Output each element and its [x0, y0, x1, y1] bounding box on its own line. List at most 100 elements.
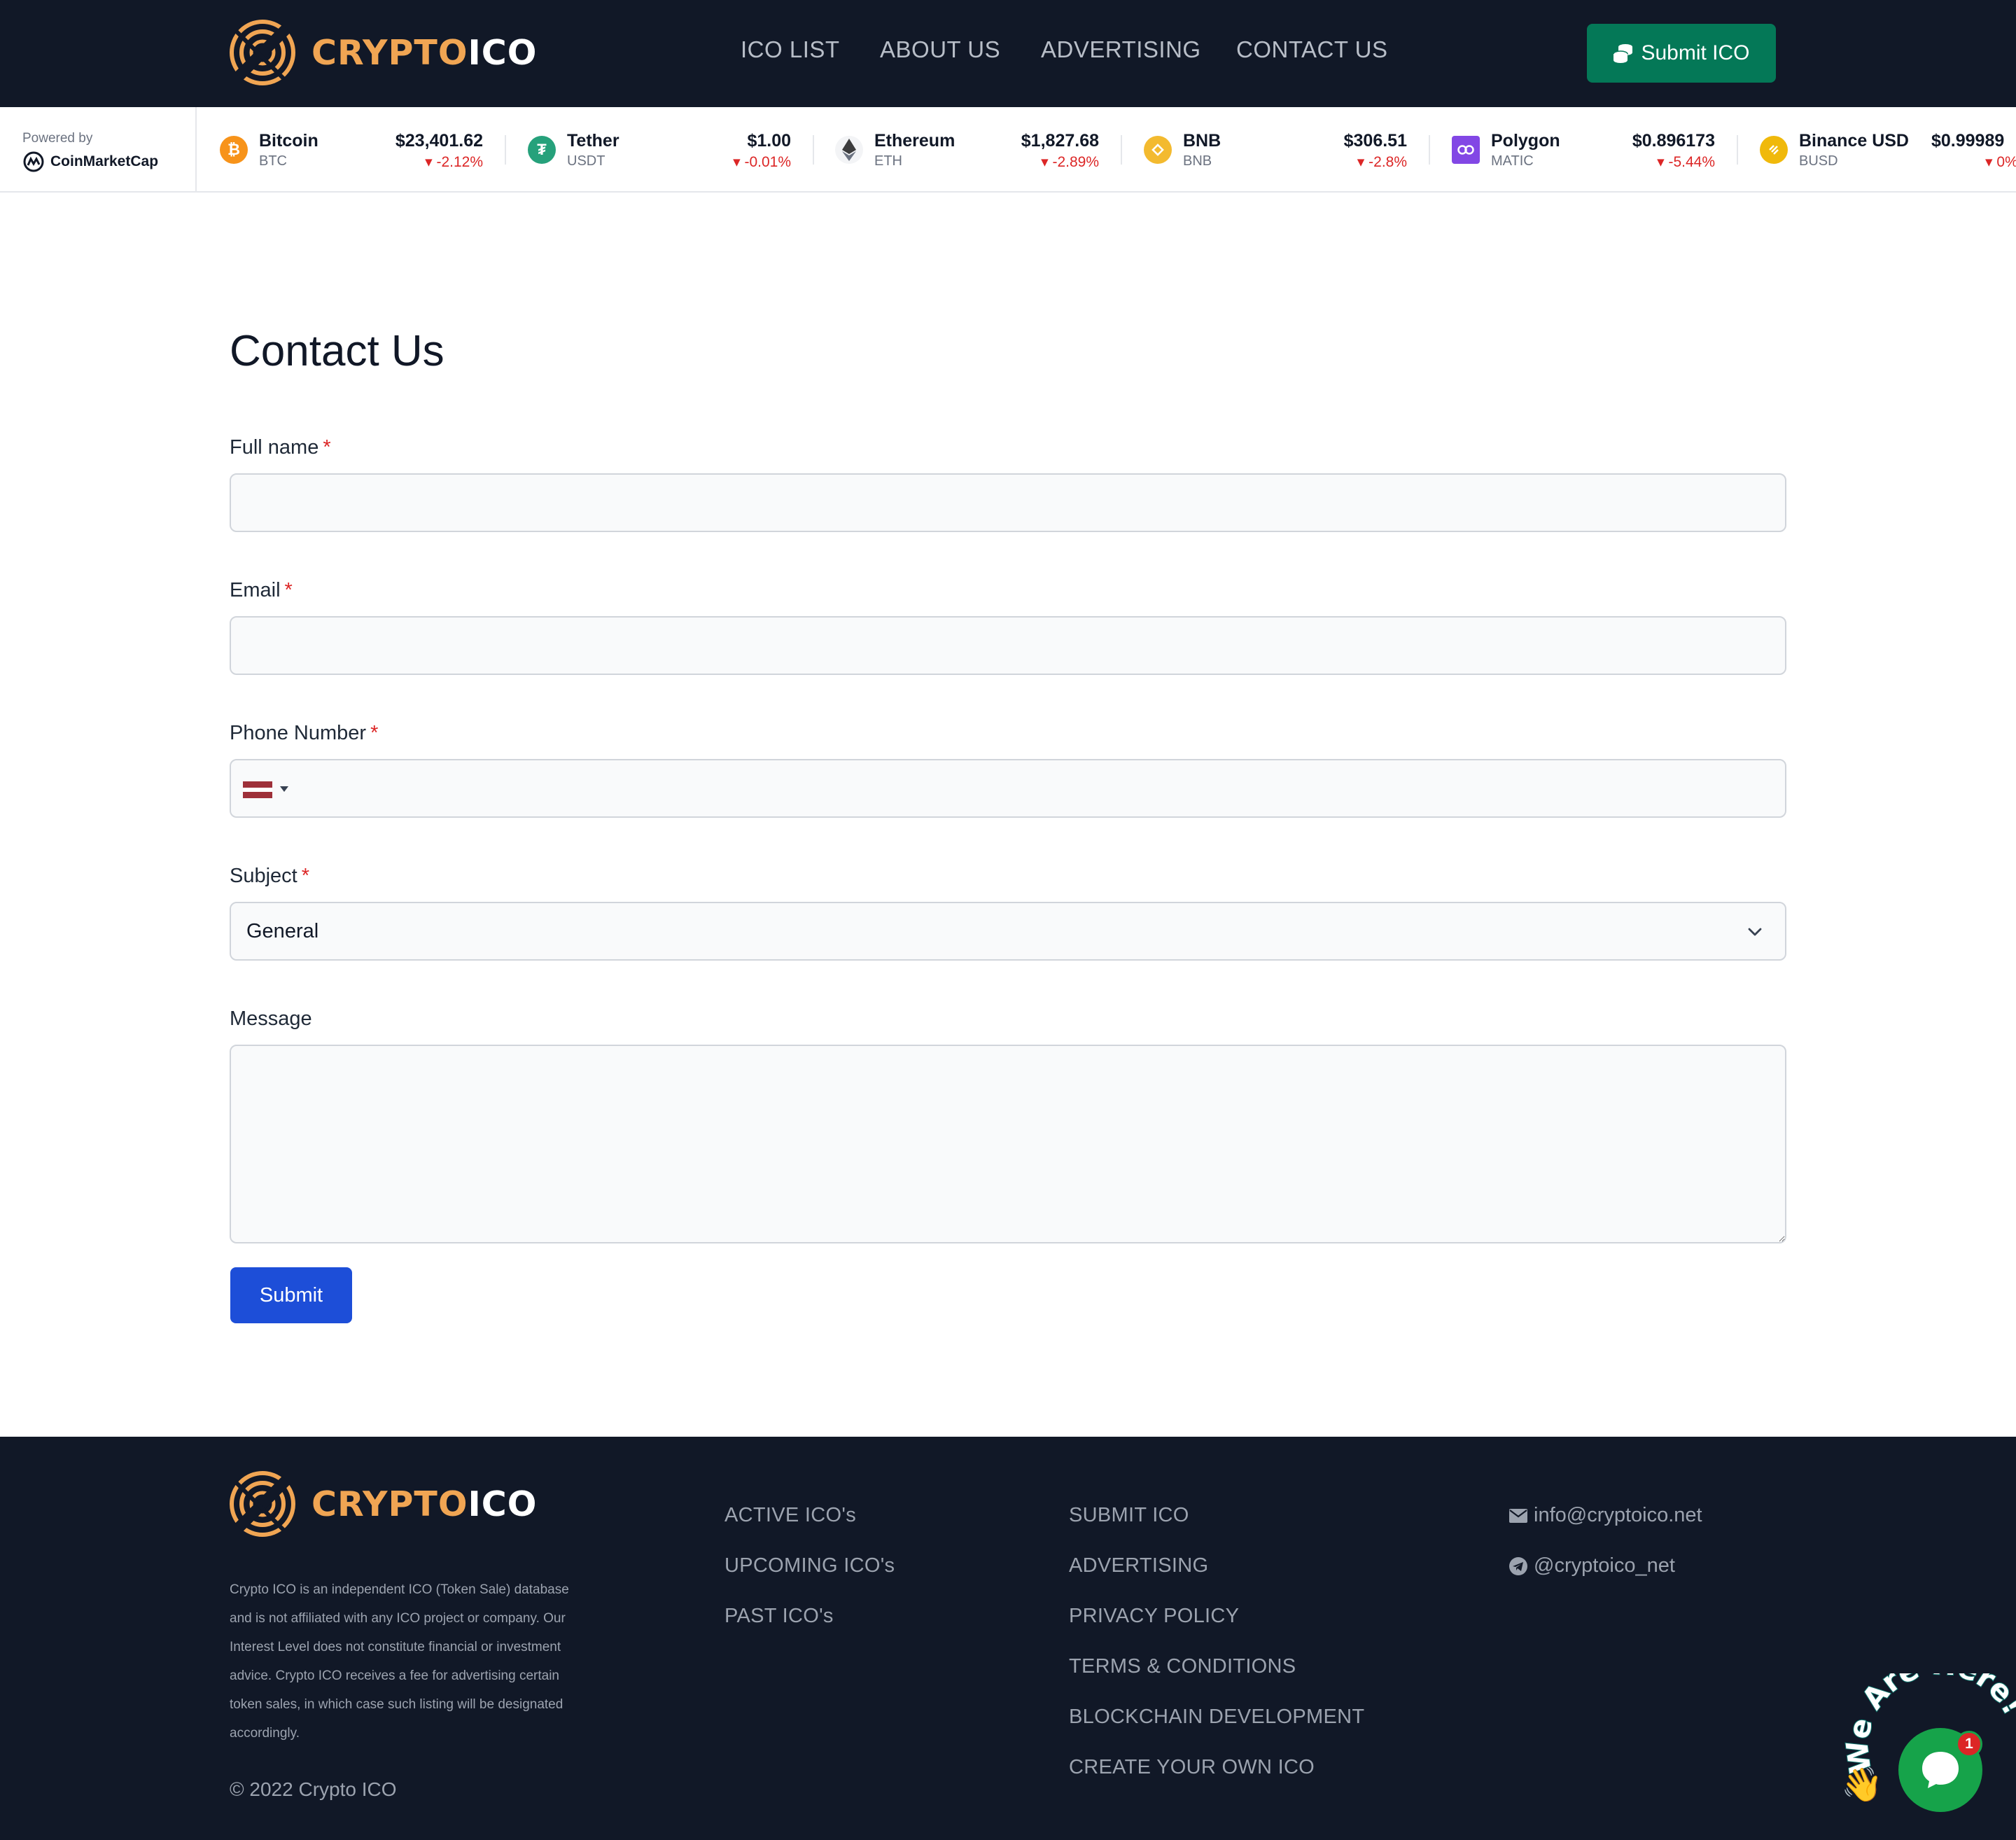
- submit-ico-button[interactable]: Submit ICO: [1587, 24, 1776, 83]
- coins-icon: [1613, 44, 1633, 63]
- coin-price: $0.99989: [1931, 131, 2005, 151]
- ticker-coin-ethereum[interactable]: Ethereum ETH $1,827.68 ▾ -2.89%: [835, 107, 1099, 191]
- coin-price: $306.51: [1343, 131, 1407, 151]
- ticker-divider: [1737, 135, 1738, 165]
- copyright: © 2022 Crypto ICO: [230, 1778, 397, 1800]
- coin-change: ▾ -2.8%: [1357, 154, 1407, 170]
- waving-hand-icon: 👋: [1841, 1766, 1883, 1804]
- ticker-coin-polygon[interactable]: Polygon MATIC $0.896173 ▾ -5.44%: [1452, 107, 1715, 191]
- coinmarketcap-logo: CoinMarketCap: [22, 151, 158, 173]
- busd-icon: [1760, 136, 1788, 164]
- full-name-field[interactable]: [230, 473, 1786, 532]
- coin-price: $23,401.62: [395, 131, 483, 151]
- coin-name: Binance USD: [1799, 131, 1909, 151]
- chat-notification-badge: 1: [1956, 1731, 1982, 1757]
- chat-widget[interactable]: We Are Here! 👋 1: [1841, 1673, 2016, 1840]
- phone-label: Phone Number *: [230, 722, 379, 744]
- ticker-coin-bitcoin[interactable]: ₿ Bitcoin BTC $23,401.62 ▾ -2.12%: [220, 107, 483, 191]
- footer-link-terms[interactable]: TERMS & CONDITIONS: [1069, 1655, 1296, 1678]
- subject-label: Subject *: [230, 865, 310, 887]
- coin-price: $1.00: [747, 131, 791, 151]
- tether-icon: ₮: [528, 136, 556, 164]
- powered-by-label: Powered by: [22, 131, 93, 146]
- coin-symbol: BTC: [259, 153, 287, 169]
- ticker-divider: [505, 135, 506, 165]
- phone-input[interactable]: [231, 760, 1785, 816]
- ticker-divider: [1429, 135, 1430, 165]
- coin-price: $1,827.68: [1021, 131, 1099, 151]
- coinmarketcap-icon: [23, 151, 44, 172]
- coin-symbol: ETH: [874, 153, 902, 169]
- coin-price: $0.896173: [1632, 131, 1715, 151]
- footer-telegram-label: @cryptoico_net: [1534, 1554, 1675, 1577]
- ticker-coin-binance-usd[interactable]: Binance USD BUSD $0.99989 ▾ 0%: [1760, 107, 2016, 191]
- email-field[interactable]: [230, 616, 1786, 675]
- logo-rings-icon: [230, 1471, 295, 1537]
- coin-change: ▾ -0.01%: [733, 154, 791, 170]
- full-name-input[interactable]: [231, 475, 1785, 531]
- telegram-icon: [1509, 1556, 1527, 1575]
- footer-logo-text: CRYPTOICO: [312, 1484, 538, 1524]
- coin-name: BNB: [1183, 131, 1222, 151]
- bnb-icon: [1144, 136, 1172, 164]
- logo-rings-icon: [230, 20, 295, 85]
- country-selector[interactable]: [231, 760, 294, 816]
- chat-icon: [1922, 1752, 1959, 1788]
- site-logo[interactable]: CRYPTOICO: [229, 19, 537, 86]
- coin-symbol: USDT: [567, 153, 606, 169]
- ticker-coin-bnb[interactable]: BNB BNB $306.51 ▾ -2.8%: [1144, 107, 1407, 191]
- price-ticker: Powered by CoinMarketCap ₿ Bitcoin BTC $…: [0, 107, 2016, 193]
- footer-link-advertising[interactable]: ADVERTISING: [1069, 1554, 1208, 1577]
- subject-selected-value: General: [246, 920, 319, 942]
- message-textarea[interactable]: [231, 1046, 1785, 1242]
- site-header: CRYPTOICO ICO LIST ABOUT US ADVERTISING …: [0, 0, 2016, 107]
- coin-change: ▾ 0%: [1985, 154, 2016, 170]
- caret-down-icon: [280, 786, 288, 792]
- footer-telegram[interactable]: @cryptoico_net: [1508, 1554, 1675, 1577]
- email-input[interactable]: [231, 618, 1785, 674]
- footer-link-privacy-policy[interactable]: PRIVACY POLICY: [1069, 1605, 1239, 1628]
- submit-ico-label: Submit ICO: [1641, 41, 1750, 64]
- submit-button[interactable]: Submit: [230, 1267, 352, 1323]
- footer-link-active-icos[interactable]: ACTIVE ICO's: [724, 1504, 856, 1527]
- latvia-flag-icon: [243, 781, 272, 798]
- ticker-divider: [1121, 135, 1122, 165]
- envelope-icon: [1509, 1508, 1527, 1523]
- nav-ico-list[interactable]: ICO LIST: [741, 36, 840, 63]
- coinmarketcap-label: CoinMarketCap: [50, 153, 159, 169]
- coin-name: Tether: [567, 131, 620, 151]
- coin-change: ▾ -2.89%: [1041, 154, 1099, 170]
- footer-link-past-icos[interactable]: PAST ICO's: [724, 1605, 834, 1628]
- bitcoin-icon: ₿: [220, 136, 248, 164]
- footer-email[interactable]: info@cryptoico.net: [1508, 1504, 1702, 1527]
- footer-logo[interactable]: CRYPTOICO: [229, 1470, 537, 1538]
- footer-description: Crypto ICO is an independent ICO (Token …: [230, 1582, 569, 1741]
- full-name-label: Full name *: [230, 436, 331, 459]
- footer-email-label: info@cryptoico.net: [1534, 1504, 1702, 1526]
- phone-field[interactable]: [230, 759, 1786, 818]
- coin-symbol: BNB: [1183, 153, 1212, 169]
- message-field[interactable]: [230, 1045, 1786, 1243]
- powered-by[interactable]: Powered by CoinMarketCap: [0, 107, 197, 191]
- ethereum-icon: [835, 136, 863, 164]
- logo-text: CRYPTOICO: [312, 32, 538, 73]
- footer-link-upcoming-icos[interactable]: UPCOMING ICO's: [724, 1554, 895, 1577]
- footer-link-blockchain-development[interactable]: BLOCKCHAIN DEVELOPMENT: [1069, 1706, 1364, 1729]
- page-title: Contact Us: [230, 327, 444, 375]
- coin-name: Ethereum: [874, 131, 955, 151]
- nav-advertising[interactable]: ADVERTISING: [1041, 36, 1201, 63]
- footer-link-submit-ico[interactable]: SUBMIT ICO: [1069, 1504, 1189, 1527]
- coin-symbol: BUSD: [1799, 153, 1838, 169]
- coin-name: Polygon: [1491, 131, 1560, 151]
- footer-link-create-ico[interactable]: CREATE YOUR OWN ICO: [1069, 1756, 1315, 1779]
- nav-about-us[interactable]: ABOUT US: [880, 36, 1000, 63]
- chevron-down-icon: [1748, 928, 1762, 936]
- email-label: Email *: [230, 579, 293, 601]
- polygon-icon: [1452, 136, 1480, 164]
- message-label: Message: [230, 1008, 312, 1030]
- coin-symbol: MATIC: [1491, 153, 1534, 169]
- nav-contact-us[interactable]: CONTACT US: [1236, 36, 1387, 63]
- subject-select[interactable]: General: [230, 902, 1786, 961]
- ticker-divider: [813, 135, 814, 165]
- ticker-coin-tether[interactable]: ₮ Tether USDT $1.00 ▾ -0.01%: [528, 107, 791, 191]
